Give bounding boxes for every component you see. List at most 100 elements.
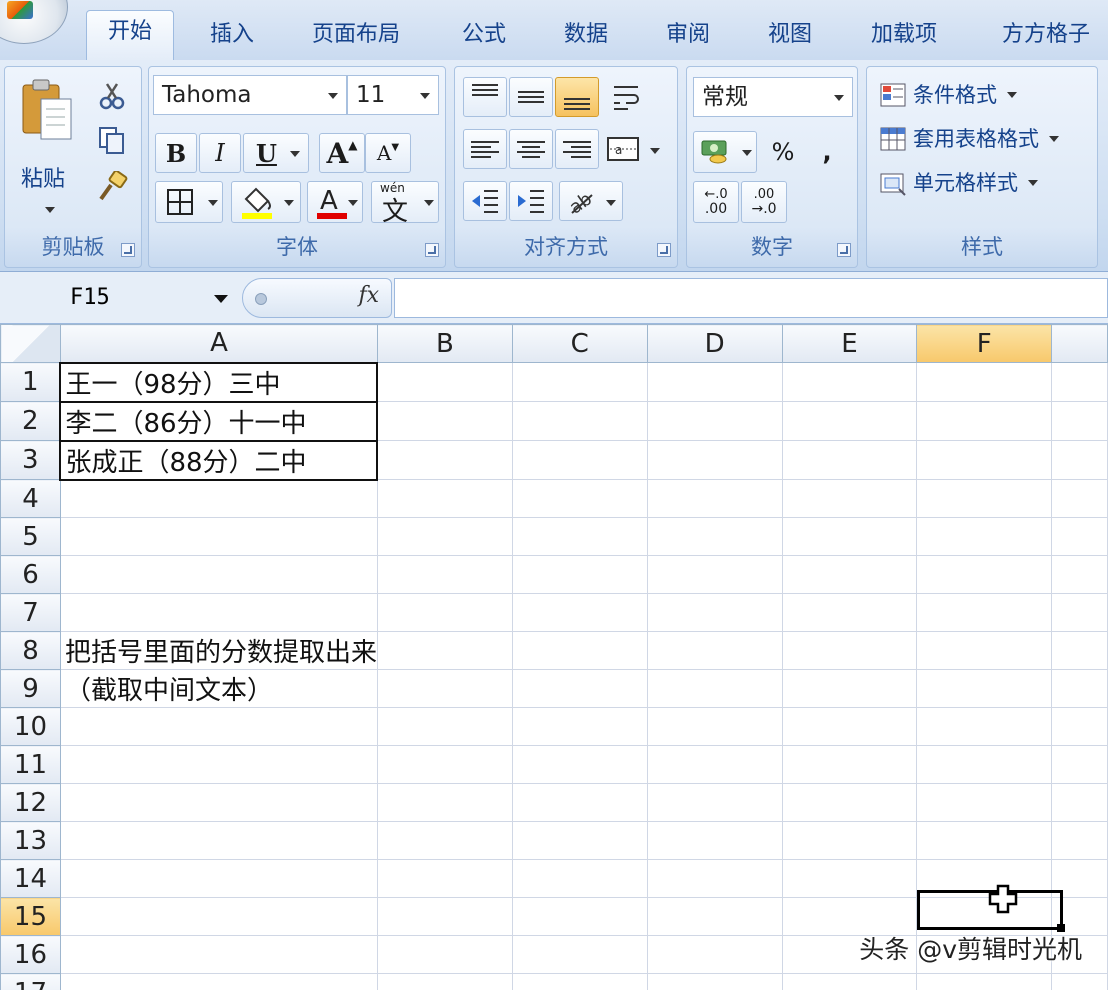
cell-b9[interactable]: [376, 669, 513, 708]
column-header-f[interactable]: F: [916, 324, 1052, 363]
row-header-2[interactable]: 2: [0, 401, 61, 441]
cell-d16[interactable]: [646, 935, 783, 974]
row-header-14[interactable]: 14: [0, 859, 61, 898]
merge-center-button[interactable]: a: [605, 129, 667, 169]
cell-b4[interactable]: [376, 479, 513, 518]
office-button[interactable]: [0, 0, 68, 44]
cell-a1[interactable]: 王一（98分）三中: [59, 361, 379, 403]
clipboard-launcher-icon[interactable]: [121, 243, 135, 257]
cell-d1[interactable]: [646, 362, 783, 402]
cell-e10[interactable]: [781, 707, 918, 746]
cell-b3[interactable]: [376, 440, 513, 480]
align-middle-button[interactable]: [509, 77, 553, 117]
cell-f7[interactable]: [916, 593, 1052, 632]
number-format-select[interactable]: 常规: [693, 77, 853, 117]
row-header-4[interactable]: 4: [0, 479, 61, 518]
cell-d15[interactable]: [646, 897, 783, 936]
italic-button[interactable]: I: [199, 133, 241, 173]
tab-addins[interactable]: 加载项: [856, 14, 952, 60]
formula-input[interactable]: [394, 278, 1108, 318]
cell-a2[interactable]: 李二（86分）十一中: [59, 400, 379, 442]
cell-a14[interactable]: [59, 859, 378, 898]
cell-f2[interactable]: [916, 401, 1052, 441]
cell-d7[interactable]: [646, 593, 783, 632]
cell-b7[interactable]: [376, 593, 513, 632]
cell-e4[interactable]: [781, 479, 918, 518]
cell-g17[interactable]: [1050, 973, 1108, 990]
cell-e11[interactable]: [781, 745, 918, 784]
cell-d13[interactable]: [646, 821, 783, 860]
cell-e13[interactable]: [781, 821, 918, 860]
font-name-select[interactable]: Tahoma: [153, 75, 347, 115]
row-header-3[interactable]: 3: [0, 440, 61, 480]
cell-c17[interactable]: [511, 973, 648, 990]
cut-icon[interactable]: [97, 81, 127, 111]
cell-c15[interactable]: [511, 897, 648, 936]
borders-button[interactable]: [155, 181, 223, 223]
row-header-7[interactable]: 7: [0, 593, 61, 632]
tab-page-layout[interactable]: 页面布局: [298, 14, 414, 60]
row-header-13[interactable]: 13: [0, 821, 61, 860]
font-size-select[interactable]: 11: [347, 75, 439, 115]
column-header-d[interactable]: D: [646, 324, 783, 363]
tab-formulas[interactable]: 公式: [446, 14, 522, 60]
cell-b15[interactable]: [376, 897, 513, 936]
cell-g9[interactable]: [1050, 669, 1108, 708]
cell-c9[interactable]: [511, 669, 648, 708]
cell-a7[interactable]: [59, 593, 378, 632]
cell-g1[interactable]: [1050, 362, 1108, 402]
cell-d12[interactable]: [646, 783, 783, 822]
number-launcher-icon[interactable]: [837, 243, 851, 257]
cell-e9[interactable]: [781, 669, 918, 708]
cell-c8[interactable]: [511, 631, 648, 670]
cell-e3[interactable]: [781, 440, 918, 480]
cell-c2[interactable]: [511, 401, 648, 441]
cell-styles-button[interactable]: 单元格样式: [879, 165, 1038, 201]
cell-d17[interactable]: [646, 973, 783, 990]
cell-b17[interactable]: [376, 973, 513, 990]
cell-f8[interactable]: [916, 631, 1052, 670]
cell-f12[interactable]: [916, 783, 1052, 822]
cell-a15[interactable]: [59, 897, 378, 936]
cell-c16[interactable]: [511, 935, 648, 974]
cell-g13[interactable]: [1050, 821, 1108, 860]
tab-review[interactable]: 审阅: [650, 14, 726, 60]
cell-b2[interactable]: [376, 401, 513, 441]
cell-d2[interactable]: [646, 401, 783, 441]
row-header-15[interactable]: 15: [0, 897, 61, 936]
shrink-font-button[interactable]: A ▼: [365, 133, 411, 173]
format-painter-icon[interactable]: [97, 171, 129, 201]
percent-button[interactable]: %: [763, 131, 803, 173]
tab-view[interactable]: 视图: [752, 14, 828, 60]
cell-g6[interactable]: [1050, 555, 1108, 594]
cell-d8[interactable]: [646, 631, 783, 670]
cell-e12[interactable]: [781, 783, 918, 822]
align-center-button[interactable]: [509, 129, 553, 169]
cell-g4[interactable]: [1050, 479, 1108, 518]
cell-b10[interactable]: [376, 707, 513, 746]
cell-e2[interactable]: [781, 401, 918, 441]
cell-f9[interactable]: [916, 669, 1052, 708]
cell-a16[interactable]: [59, 935, 378, 974]
cell-a10[interactable]: [59, 707, 378, 746]
cell-e6[interactable]: [781, 555, 918, 594]
cell-e5[interactable]: [781, 517, 918, 556]
cell-e1[interactable]: [781, 362, 918, 402]
cell-f3[interactable]: [916, 440, 1052, 480]
cell-a4[interactable]: [59, 479, 378, 518]
cell-a5[interactable]: [59, 517, 378, 556]
row-header-11[interactable]: 11: [0, 745, 61, 784]
cell-c7[interactable]: [511, 593, 648, 632]
cell-c12[interactable]: [511, 783, 648, 822]
insert-function-area[interactable]: fx: [242, 278, 392, 318]
cell-f10[interactable]: [916, 707, 1052, 746]
cell-d10[interactable]: [646, 707, 783, 746]
cell-d11[interactable]: [646, 745, 783, 784]
cell-g8[interactable]: [1050, 631, 1108, 670]
cell-f4[interactable]: [916, 479, 1052, 518]
cell-b12[interactable]: [376, 783, 513, 822]
align-bottom-button[interactable]: [555, 77, 599, 117]
cell-e7[interactable]: [781, 593, 918, 632]
orientation-button[interactable]: ab: [559, 181, 623, 221]
cell-a13[interactable]: [59, 821, 378, 860]
